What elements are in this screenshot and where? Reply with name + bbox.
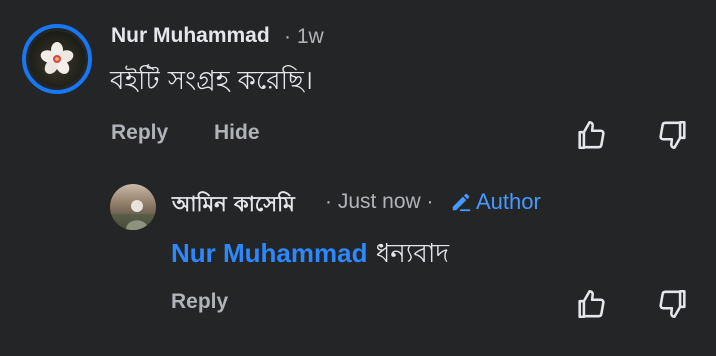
- author-badge: Author: [450, 189, 541, 215]
- author-badge-label: Author: [476, 189, 541, 214]
- reply-text-body: ধন্যবাদ: [375, 239, 450, 269]
- thumbs-down-icon: [659, 289, 686, 319]
- flower-avatar-icon: [29, 31, 85, 87]
- comment-text: বইটি সংগ্রহ করেছি।: [110, 66, 314, 96]
- reply-reply-button[interactable]: Reply: [171, 290, 228, 314]
- reply-text: Nur Muhammad ধন্যবাদ: [171, 233, 449, 277]
- reply-timestamp[interactable]: · Just now ·: [325, 190, 434, 214]
- reply-dislike-button[interactable]: [656, 287, 690, 321]
- like-button[interactable]: [574, 118, 608, 152]
- avatar[interactable]: [22, 24, 92, 94]
- reply-button[interactable]: Reply: [111, 121, 168, 145]
- reply-like-button[interactable]: [574, 287, 608, 321]
- mention-link[interactable]: Nur Muhammad: [171, 238, 367, 268]
- person-avatar-icon: [110, 200, 156, 230]
- pencil-icon: [452, 193, 471, 212]
- dislike-button[interactable]: [656, 118, 690, 152]
- thumbs-up-icon: [578, 289, 605, 319]
- comment-timestamp[interactable]: · 1w: [284, 25, 324, 49]
- comment-author-name[interactable]: Nur Muhammad: [111, 24, 270, 48]
- reply-author-name[interactable]: আমিন কাসেমি: [172, 188, 295, 223]
- reply-avatar[interactable]: [110, 184, 156, 230]
- hide-button[interactable]: Hide: [214, 121, 260, 145]
- thumbs-up-icon: [578, 120, 605, 150]
- thumbs-down-icon: [659, 120, 686, 150]
